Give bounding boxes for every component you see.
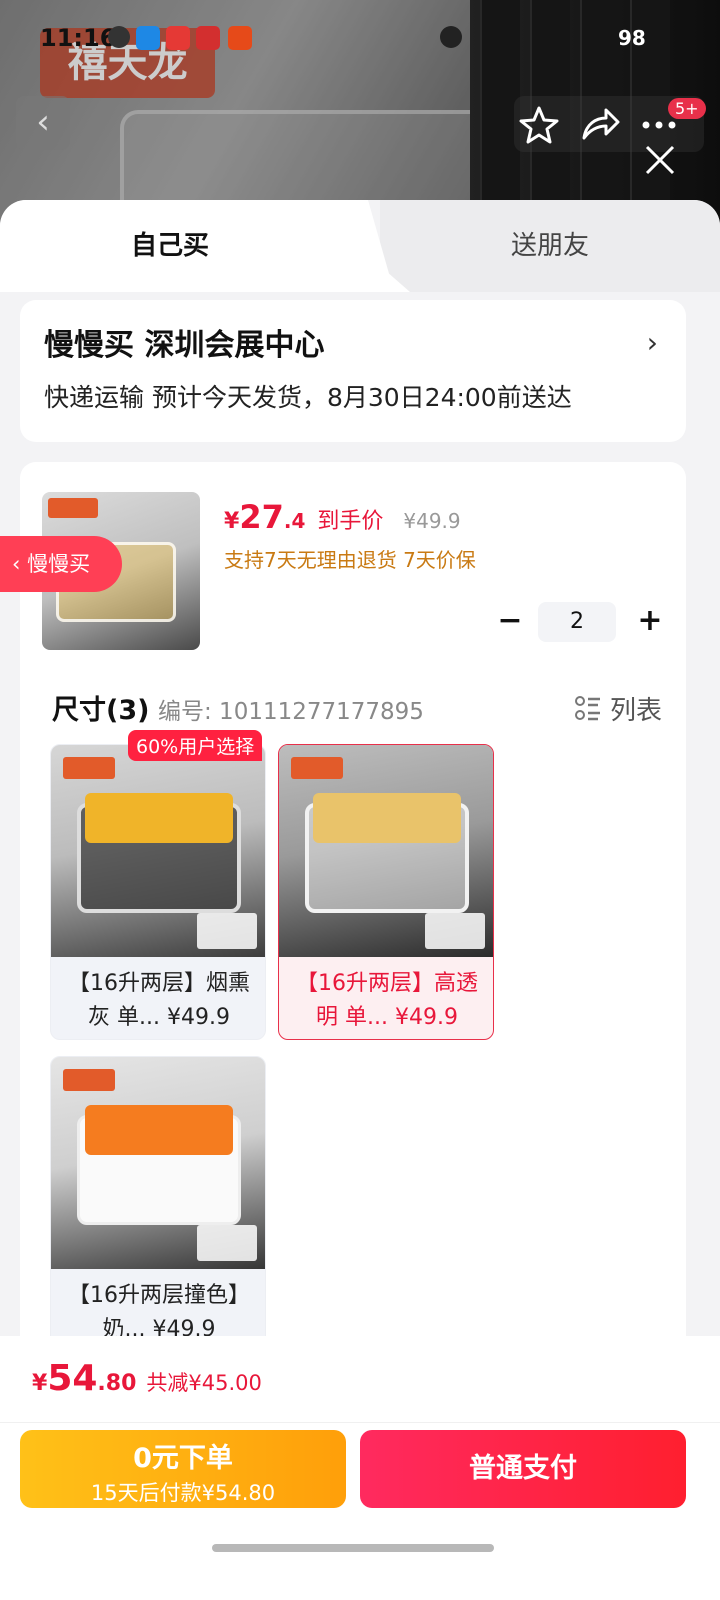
increase-button[interactable]: + [630, 602, 670, 642]
manmanmai-floating-button[interactable]: ‹ 慢慢买 [0, 536, 122, 592]
list-icon [574, 696, 600, 721]
message-badge: 5+ [668, 98, 706, 119]
size-option-two-tone[interactable]: 【16升两层撞色】奶... ¥49.9 [50, 1056, 266, 1352]
home-indicator[interactable] [212, 1544, 494, 1552]
option-image [279, 745, 493, 957]
option-name: 【16升两层】高透明 单... ¥49.9 [296, 971, 478, 1030]
favorite-star-icon[interactable] [514, 100, 564, 150]
tab-buy-self[interactable]: 自己买 [0, 200, 370, 292]
price-row: ¥27.4 到手价 ¥49.9 [224, 498, 461, 536]
battery-level: 98 [618, 26, 646, 50]
product-card: ¥27.4 到手价 ¥49.9 支持7天无理由退货 7天价保 − 2 + 尺寸(3)… [20, 462, 686, 1362]
app-notify-icon [136, 26, 160, 50]
total-price: ¥54.80 共减¥45.00 [32, 1358, 262, 1399]
decrease-button[interactable]: − [490, 602, 530, 642]
share-icon[interactable] [574, 100, 624, 150]
option-image [51, 1057, 265, 1269]
list-view-button[interactable]: 列表 [574, 690, 662, 727]
chevron-right-icon: › [646, 326, 658, 359]
signal-icon [440, 26, 462, 48]
savings-text: 共减¥45.00 [146, 1371, 262, 1395]
size-option-clear[interactable]: 【16升两层】高透明 单... ¥49.9 [278, 744, 494, 1040]
normal-pay-button[interactable]: 普通支付 [360, 1430, 686, 1508]
back-button[interactable]: ‹ [16, 96, 70, 150]
address-recipient: 慢慢买 深圳会展中心 [44, 328, 325, 363]
service-promise: 支持7天无理由退货 7天价保 [224, 548, 476, 572]
size-option-smoke-gray[interactable]: 【16升两层】烟熏灰 单... ¥49.9 [50, 744, 266, 1040]
option-image [51, 745, 265, 957]
purchase-tabs: 送朋友 自己买 [0, 200, 720, 292]
original-price: ¥49.9 [403, 509, 461, 533]
divider [0, 1422, 720, 1423]
app-notify-icon [166, 26, 190, 50]
pay-later-button[interactable]: 0元下单 15天后付款¥54.80 [20, 1430, 346, 1508]
status-time: 11:16 [40, 24, 117, 52]
option-name: 【16升两层】烟熏灰 单... ¥49.9 [68, 971, 250, 1030]
close-icon[interactable] [642, 142, 678, 178]
size-title: 尺寸(3) [52, 695, 150, 726]
notification-icon [108, 26, 130, 48]
app-notify-icon [196, 26, 220, 50]
quantity-stepper: − 2 + [490, 602, 670, 642]
item-code: 编号: 10111277177895 [158, 699, 424, 725]
status-bar: 11:16 98 [0, 20, 720, 60]
tab-gift-friend[interactable]: 送朋友 [380, 200, 720, 292]
checkout-bar: ¥54.80 共减¥45.00 0元下单 15天后付款¥54.80 普通支付 [0, 1336, 720, 1600]
quantity-value[interactable]: 2 [538, 602, 616, 642]
final-price: 27 [239, 498, 284, 536]
address-card[interactable]: 慢慢买 深圳会展中心 快递运输 预计今天发货，8月30日24:00前送达 › [20, 300, 686, 442]
delivery-estimate: 快递运输 预计今天发货，8月30日24:00前送达 [44, 383, 572, 412]
popular-choice-tag: 60%用户选择 [128, 730, 263, 761]
final-price-label: 到手价 [317, 509, 384, 534]
size-header: 尺寸(3) 编号: 10111277177895 列表 [52, 688, 662, 728]
app-notify-icon [228, 26, 252, 50]
